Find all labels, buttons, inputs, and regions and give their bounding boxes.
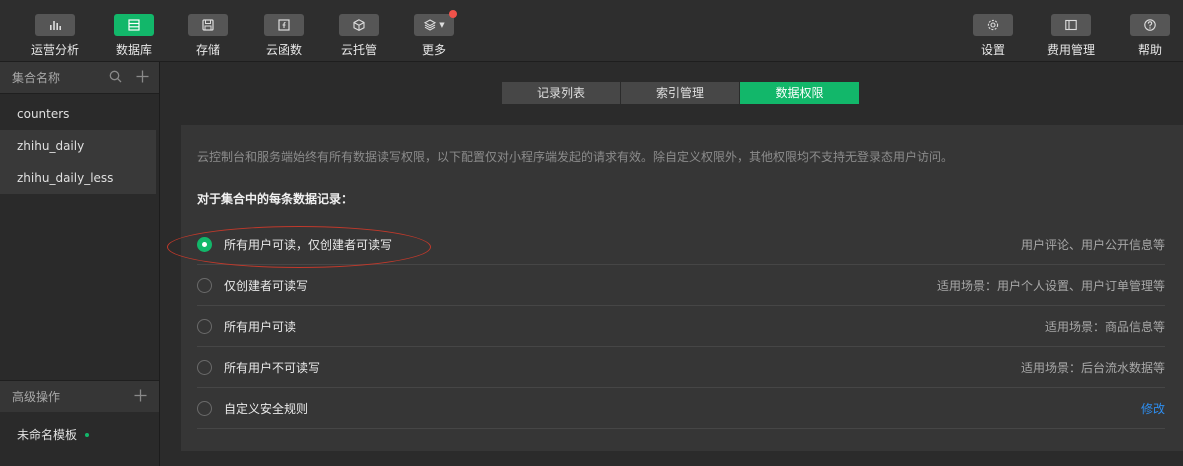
radio-button[interactable] <box>197 359 212 375</box>
notification-badge <box>449 10 457 18</box>
option-label: 自定义安全规则 <box>224 401 309 416</box>
help-icon <box>1130 14 1170 36</box>
panel-icon <box>1051 14 1091 36</box>
option-note: 适用场景：用户个人设置、用户订单管理等 <box>936 278 1165 293</box>
option-label: 所有用户不可读写 <box>224 360 321 375</box>
toolbar-settings-button[interactable]: 设置 <box>963 14 1023 58</box>
advanced-ops-header: 高级操作 <box>0 380 159 412</box>
radio-button[interactable] <box>197 400 212 416</box>
radio-button[interactable] <box>197 277 212 293</box>
collections-header: 集合名称 <box>0 62 159 94</box>
option-note: 适用场景：后台流水数据等 <box>1020 360 1165 375</box>
top-toolbar: 运营分析 数据库 存储 云函数 云托管 ▼ 更多 设置 费用管理 帮助 <box>0 0 1183 62</box>
add-template-icon[interactable] <box>134 387 147 406</box>
permission-option-creator-only[interactable]: 仅创建者可读写 适用场景：用户个人设置、用户订单管理等 <box>197 265 1165 306</box>
toolbar-label: 设置 <box>980 43 1005 57</box>
toolbar-analytics-button[interactable]: 运营分析 <box>25 14 85 58</box>
toolbar-label: 更多 <box>421 43 446 57</box>
radio-button[interactable] <box>197 318 212 334</box>
option-label: 所有用户可读 <box>224 319 297 334</box>
toolbar-database-button[interactable]: 数据库 <box>104 14 164 58</box>
function-icon <box>264 14 304 36</box>
toolbar-label: 帮助 <box>1137 43 1162 57</box>
option-note: 适用场景：商品信息等 <box>1044 319 1165 334</box>
tab-bar: 记录列表 索引管理 数据权限 <box>502 82 859 104</box>
collections-title: 集合名称 <box>12 71 61 85</box>
toolbar-label: 数据库 <box>115 43 152 57</box>
status-dot <box>85 432 90 437</box>
option-note: 用户评论、用户公开信息等 <box>1020 237 1165 252</box>
bar-chart-icon <box>35 14 75 36</box>
layers-icon: ▼ <box>414 10 457 36</box>
collection-item-zhihu-daily[interactable]: zhihu_daily <box>0 130 156 162</box>
toolbar-billing-button[interactable]: 费用管理 <box>1041 14 1101 58</box>
option-label: 仅创建者可读写 <box>224 278 309 293</box>
add-collection-icon[interactable] <box>136 70 149 86</box>
search-icon[interactable] <box>109 70 122 86</box>
chevron-down-icon: ▼ <box>439 21 445 29</box>
tab-records[interactable]: 记录列表 <box>502 82 621 104</box>
permissions-panel: 云控制台和服务端始终有所有数据读写权限，以下配置仅对小程序端发起的请求有效。除自… <box>181 125 1183 451</box>
toolbar-label: 云函数 <box>265 43 302 57</box>
toolbar-label: 存储 <box>195 43 220 57</box>
tab-indexes[interactable]: 索引管理 <box>621 82 740 104</box>
permission-option-public-read[interactable]: 所有用户可读，仅创建者可读写 用户评论、用户公开信息等 <box>197 224 1165 265</box>
toolbar-functions-button[interactable]: 云函数 <box>254 14 314 58</box>
main-content: 记录列表 索引管理 数据权限 云控制台和服务端始终有所有数据读写权限，以下配置仅… <box>161 62 1183 466</box>
permission-option-all-read[interactable]: 所有用户可读 适用场景：商品信息等 <box>197 306 1165 347</box>
template-name: 未命名模板 <box>17 428 78 442</box>
radio-button[interactable] <box>197 236 212 252</box>
tab-permissions[interactable]: 数据权限 <box>740 82 859 104</box>
toolbar-label: 运营分析 <box>30 43 79 57</box>
cube-icon <box>339 14 379 36</box>
toolbar-more-button[interactable]: ▼ 更多 <box>404 10 464 58</box>
permission-option-custom[interactable]: 自定义安全规则 修改 <box>197 388 1165 429</box>
toolbar-hosting-button[interactable]: 云托管 <box>329 14 389 58</box>
collection-item-zhihu-daily-less[interactable]: zhihu_daily_less <box>0 162 156 194</box>
template-item[interactable]: 未命名模板 <box>17 426 90 443</box>
collections-sidebar: 集合名称 counters zhihu_daily zhihu_daily_le… <box>0 62 160 466</box>
option-label: 所有用户可读，仅创建者可读写 <box>224 237 393 252</box>
permissions-heading: 对于集合中的每条数据记录： <box>197 192 354 206</box>
collection-list: counters zhihu_daily zhihu_daily_less <box>0 94 159 194</box>
toolbar-help-button[interactable]: 帮助 <box>1120 14 1180 58</box>
toolbar-storage-button[interactable]: 存储 <box>178 14 238 58</box>
permissions-description: 云控制台和服务端始终有所有数据读写权限，以下配置仅对小程序端发起的请求有效。除自… <box>197 150 954 164</box>
permission-option-no-access[interactable]: 所有用户不可读写 适用场景：后台流水数据等 <box>197 347 1165 388</box>
collection-item-counters[interactable]: counters <box>0 98 156 130</box>
toolbar-label: 费用管理 <box>1046 43 1095 57</box>
save-icon <box>188 14 228 36</box>
modify-link[interactable]: 修改 <box>1141 400 1165 417</box>
database-icon <box>114 14 154 36</box>
toolbar-label: 云托管 <box>340 43 377 57</box>
gear-icon <box>973 14 1013 36</box>
advanced-ops-title: 高级操作 <box>12 390 61 404</box>
